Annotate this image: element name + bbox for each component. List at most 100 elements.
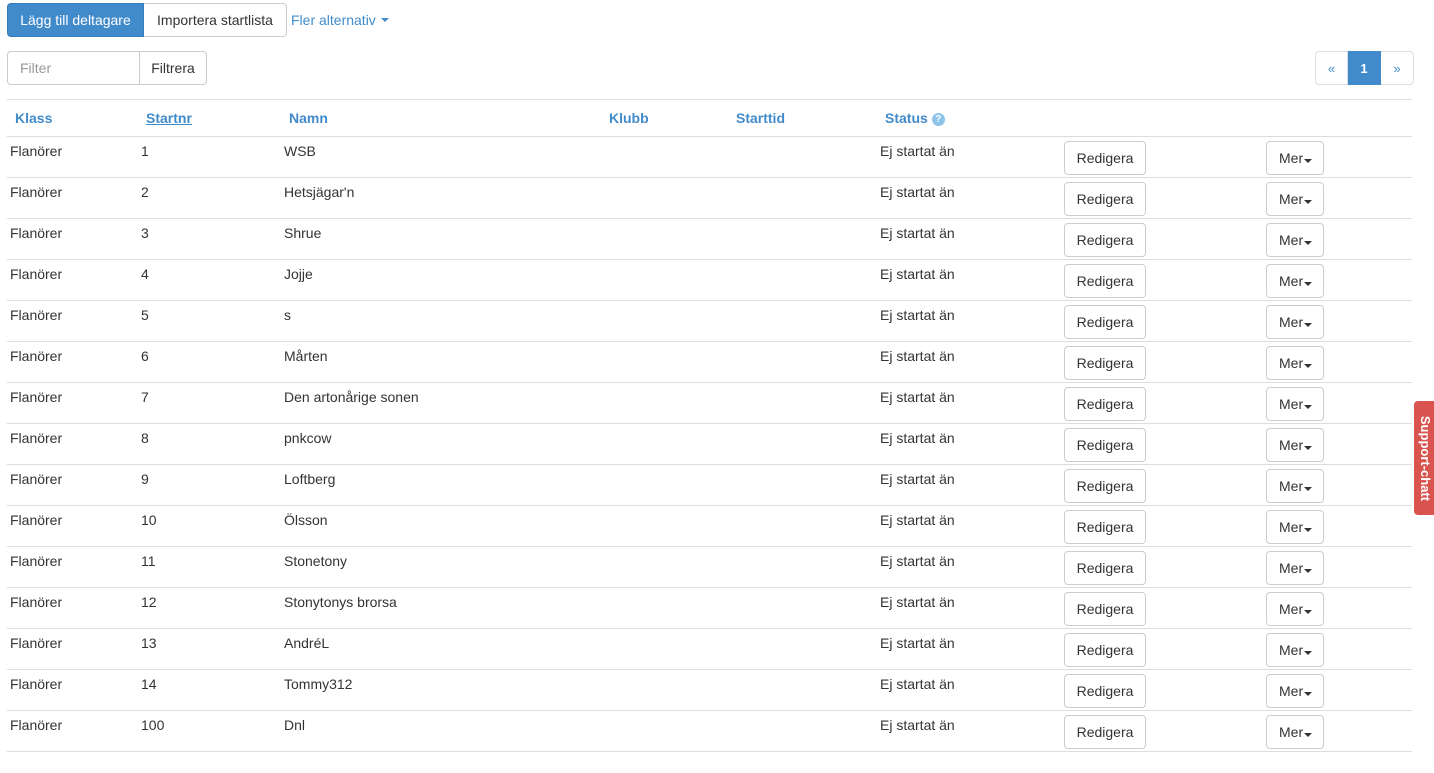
header-namn[interactable]: Namn (289, 110, 328, 126)
more-button[interactable]: Mer (1266, 510, 1324, 544)
more-button-label: Mer (1279, 642, 1304, 658)
edit-button[interactable]: Redigera (1064, 510, 1146, 544)
pagination-page-1[interactable]: 1 (1348, 51, 1381, 85)
edit-button[interactable]: Redigera (1064, 674, 1146, 708)
more-button[interactable]: Mer (1266, 141, 1324, 175)
cell-namn: Ölsson (284, 512, 328, 528)
cell-status: Ej startat än (880, 512, 955, 528)
cell-klass: Flanörer (10, 184, 63, 200)
more-button-label: Mer (1279, 355, 1304, 371)
table-row: Flanörer 6 Mårten Ej startat än Redigera Mer (7, 342, 1412, 383)
cell-startnr: 3 (141, 225, 149, 241)
support-chat-label: Support-chatt (1418, 415, 1434, 501)
import-startlist-button[interactable]: Importera startlista (144, 3, 287, 37)
table-header: Klass Startnr Namn Klubb Starttid Status… (7, 100, 1412, 137)
edit-button[interactable]: Redigera (1064, 428, 1146, 462)
cell-startnr: 1 (141, 143, 149, 159)
edit-button[interactable]: Redigera (1064, 223, 1146, 257)
header-startnr[interactable]: Startnr (146, 110, 192, 126)
pagination: « 1 » (1315, 51, 1414, 85)
cell-status: Ej startat än (880, 184, 955, 200)
cell-startnr: 12 (141, 594, 157, 610)
toolbar: Lägg till deltagare Importera startlista… (7, 3, 389, 37)
cell-klass: Flanörer (10, 676, 63, 692)
cell-status: Ej startat än (880, 266, 955, 282)
cell-namn: Loftberg (284, 471, 336, 487)
table-row: Flanörer 13 AndréL Ej startat än Redigera Mer (7, 629, 1412, 670)
header-status[interactable]: Status? (885, 110, 945, 126)
cell-namn: Dnl (284, 717, 306, 733)
more-button[interactable]: Mer (1266, 592, 1324, 626)
more-button[interactable]: Mer (1266, 428, 1324, 462)
question-circle-icon[interactable]: ? (931, 113, 945, 126)
more-options-dropdown[interactable]: Fler alternativ (291, 12, 389, 28)
cell-namn: Jojje (284, 266, 313, 282)
cell-startnr: 2 (141, 184, 149, 200)
edit-button[interactable]: Redigera (1064, 633, 1146, 667)
edit-button[interactable]: Redigera (1064, 182, 1146, 216)
caret-down-icon (1304, 733, 1313, 737)
table-row: Flanörer 3 Shrue Ej startat än Redigera Mer (7, 219, 1412, 260)
more-button[interactable]: Mer (1266, 469, 1324, 503)
edit-button[interactable]: Redigera (1064, 305, 1146, 339)
header-klubb[interactable]: Klubb (609, 110, 649, 126)
edit-button[interactable]: Redigera (1064, 387, 1146, 421)
more-button-label: Mer (1279, 724, 1304, 740)
more-button[interactable]: Mer (1266, 223, 1324, 257)
more-button[interactable]: Mer (1266, 674, 1324, 708)
cell-namn: pnkcow (284, 430, 332, 446)
caret-down-icon (1304, 692, 1313, 696)
caret-down-icon (380, 18, 389, 22)
support-chat-tab[interactable]: Support-chatt (1414, 401, 1434, 515)
more-button[interactable]: Mer (1266, 633, 1324, 667)
header-klass[interactable]: Klass (15, 110, 52, 126)
cell-klass: Flanörer (10, 389, 63, 405)
more-button-label: Mer (1279, 191, 1304, 207)
cell-status: Ej startat än (880, 348, 955, 364)
cell-klass: Flanörer (10, 266, 63, 282)
cell-klass: Flanörer (10, 512, 63, 528)
table-row: Flanörer 4 Jojje Ej startat än Redigera Mer (7, 260, 1412, 301)
edit-button[interactable]: Redigera (1064, 469, 1146, 503)
cell-namn: Mårten (284, 348, 328, 364)
caret-down-icon (1304, 159, 1313, 163)
more-button-label: Mer (1279, 519, 1304, 535)
cell-startnr: 8 (141, 430, 149, 446)
more-button[interactable]: Mer (1266, 346, 1324, 380)
table-row: Flanörer 8 pnkcow Ej startat än Redigera Mer (7, 424, 1412, 465)
table-row: Flanörer 9 Loftberg Ej startat än Redigera Me… (7, 465, 1412, 506)
cell-status: Ej startat än (880, 143, 955, 159)
more-button[interactable]: Mer (1266, 715, 1324, 749)
caret-down-icon (1304, 364, 1313, 368)
pagination-prev[interactable]: « (1315, 51, 1348, 85)
edit-button[interactable]: Redigera (1064, 551, 1146, 585)
edit-button[interactable]: Redigera (1064, 715, 1146, 749)
edit-button[interactable]: Redigera (1064, 264, 1146, 298)
cell-klass: Flanörer (10, 635, 63, 651)
edit-button[interactable]: Redigera (1064, 141, 1146, 175)
more-button[interactable]: Mer (1266, 551, 1324, 585)
cell-namn: Hetsjägar'n (284, 184, 355, 200)
filter-button[interactable]: Filtrera (139, 51, 207, 85)
pagination-next[interactable]: » (1381, 51, 1414, 85)
more-button[interactable]: Mer (1266, 387, 1324, 421)
caret-down-icon (1304, 610, 1313, 614)
more-button[interactable]: Mer (1266, 305, 1324, 339)
filter-input[interactable] (7, 51, 139, 85)
edit-button[interactable]: Redigera (1064, 346, 1146, 380)
add-participant-button[interactable]: Lägg till deltagare (7, 3, 144, 37)
cell-klass: Flanörer (10, 225, 63, 241)
table-row: Flanörer 1 WSB Ej startat än Redigera Mer (7, 137, 1412, 178)
cell-startnr: 11 (141, 553, 156, 569)
filter-group: Filtrera (7, 51, 207, 85)
more-button[interactable]: Mer (1266, 264, 1324, 298)
cell-status: Ej startat än (880, 307, 955, 323)
more-button-label: Mer (1279, 396, 1304, 412)
table-row: Flanörer 2 Hetsjägar'n Ej startat än Rediger… (7, 178, 1412, 219)
edit-button[interactable]: Redigera (1064, 592, 1146, 626)
header-starttid[interactable]: Starttid (736, 110, 785, 126)
more-button-label: Mer (1279, 601, 1304, 617)
more-button[interactable]: Mer (1266, 182, 1324, 216)
caret-down-icon (1304, 282, 1313, 286)
cell-namn: Stonytonys brorsa (284, 594, 397, 610)
